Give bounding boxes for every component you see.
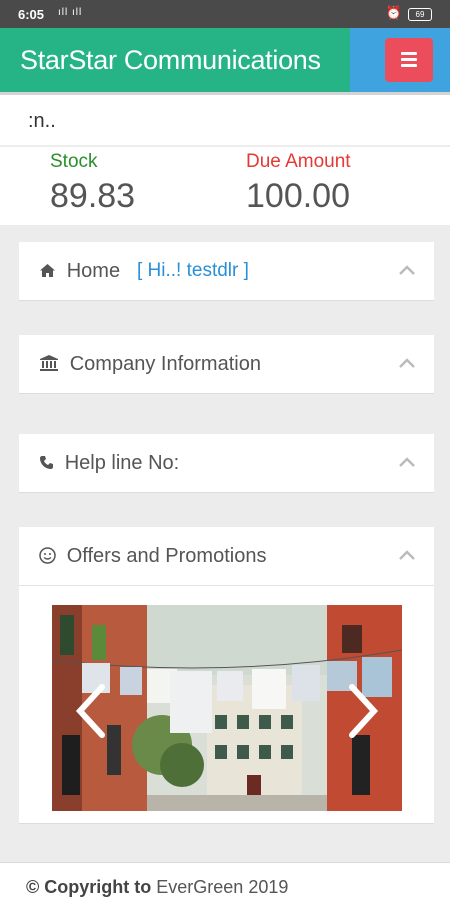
hamburger-icon [401,52,417,55]
panel-company: Company Information [19,335,434,394]
panel-company-title: Company Information [69,353,261,375]
alarm-icon: ⏰ [385,5,402,20]
panel-offers: Offers and Promotions [19,527,434,824]
panel-company-title-wrap: Company Information [39,335,261,393]
home-icon [39,262,61,281]
panel-offers-header[interactable]: Offers and Promotions [19,527,434,585]
bank-icon [39,355,64,374]
footer: © Copyright to EverGreen 2019 [0,862,450,913]
marquee-bar: :n.. [0,95,450,145]
phone-icon [39,454,59,473]
chevron-up-icon[interactable] [398,547,416,565]
chevron-up-icon[interactable] [398,454,416,472]
panel-home: Home [ Hi..! testdlr ] [19,242,434,301]
panel-home-header[interactable]: Home [ Hi..! testdlr ] [19,242,434,300]
copyright-owner: EverGreen 2019 [156,877,289,897]
marquee-text: :n.. [28,110,56,132]
menu-button[interactable] [385,38,433,82]
panel-helpline-title-wrap: Help line No: [39,434,179,492]
copyright-label: Copyright to [44,877,152,897]
panel-offers-title: Offers and Promotions [66,545,267,567]
balance-summary: Stock 89.83 Due Amount 100.00 [0,147,450,225]
panel-company-header[interactable]: Company Information [19,335,434,393]
copyright-symbol: © [26,877,40,897]
chevron-up-icon[interactable] [398,262,416,280]
due-amount-value: 100.00 [246,177,350,215]
stock-label: Stock [50,151,98,172]
status-bar: 6:05 ıll ıll ⏰ 69 [0,0,450,28]
signal-icon: ıll ıll [58,7,83,18]
panel-helpline-header[interactable]: Help line No: [19,434,434,492]
offers-carousel[interactable] [52,605,402,811]
due-amount-label: Due Amount [246,151,351,172]
app-header: StarStar Communications [0,28,450,92]
carousel-prev-icon[interactable] [72,681,112,741]
panel-offers-title-wrap: Offers and Promotions [39,527,266,585]
chevron-up-icon[interactable] [398,355,416,373]
app-title[interactable]: StarStar Communications [0,28,350,92]
carousel-next-icon[interactable] [342,681,382,741]
panel-helpline-title: Help line No: [64,452,180,474]
battery-icon: 69 [408,8,432,21]
panel-home-title: Home [66,260,121,282]
hamburger-icon-bar [401,64,417,67]
smile-icon [39,547,61,566]
panel-home-title-wrap: Home [39,242,120,300]
user-greeting: [ Hi..! testdlr ] [137,260,249,281]
status-time: 6:05 [18,7,45,22]
stock-value: 89.83 [50,177,136,215]
hamburger-icon-bar [401,58,417,61]
copyright-text: © Copyright to EverGreen 2019 [26,877,288,898]
panel-helpline: Help line No: [19,434,434,493]
panel-divider [19,585,434,586]
